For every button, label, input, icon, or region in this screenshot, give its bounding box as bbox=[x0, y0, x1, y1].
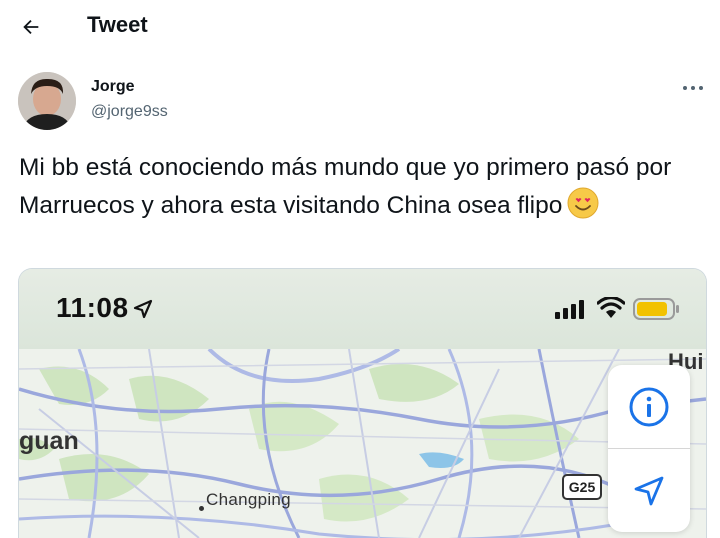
top-bar: Tweet bbox=[0, 0, 720, 53]
author-name[interactable]: Jorge bbox=[91, 78, 135, 96]
more-horizontal-icon bbox=[683, 86, 703, 90]
page-title: Tweet bbox=[87, 12, 148, 37]
signal-icon bbox=[555, 300, 584, 319]
info-circle-icon bbox=[629, 387, 669, 426]
status-time: 11:08 bbox=[56, 292, 129, 323]
wifi-icon bbox=[597, 297, 625, 318]
map-label-city-left: guan bbox=[19, 427, 79, 455]
author-handle[interactable]: @jorge9ss bbox=[91, 103, 168, 121]
more-button[interactable] bbox=[678, 76, 708, 100]
map-locate-button[interactable] bbox=[608, 449, 690, 532]
map-label-town: Changping bbox=[206, 490, 291, 509]
road-shield: G25 bbox=[562, 474, 602, 500]
map-controls bbox=[608, 365, 690, 532]
tweet-media-image[interactable]: 11:08 guan Changping Hui G25 bbox=[18, 268, 707, 538]
arrow-left-icon bbox=[23, 19, 39, 35]
map-view[interactable] bbox=[19, 349, 706, 538]
heart-eyes-emoji-icon bbox=[567, 187, 599, 218]
phone-status-bar: 11:08 bbox=[19, 269, 706, 349]
tweet-text: Mi bb está conociendo más mundo que yo p… bbox=[19, 151, 709, 223]
avatar[interactable] bbox=[18, 72, 76, 130]
back-button[interactable] bbox=[14, 10, 48, 44]
map-info-button[interactable] bbox=[608, 365, 690, 448]
map-town-dot bbox=[199, 506, 204, 511]
location-arrow-icon bbox=[133, 299, 153, 319]
location-arrow-icon bbox=[634, 476, 664, 505]
battery-low-icon bbox=[633, 298, 679, 320]
